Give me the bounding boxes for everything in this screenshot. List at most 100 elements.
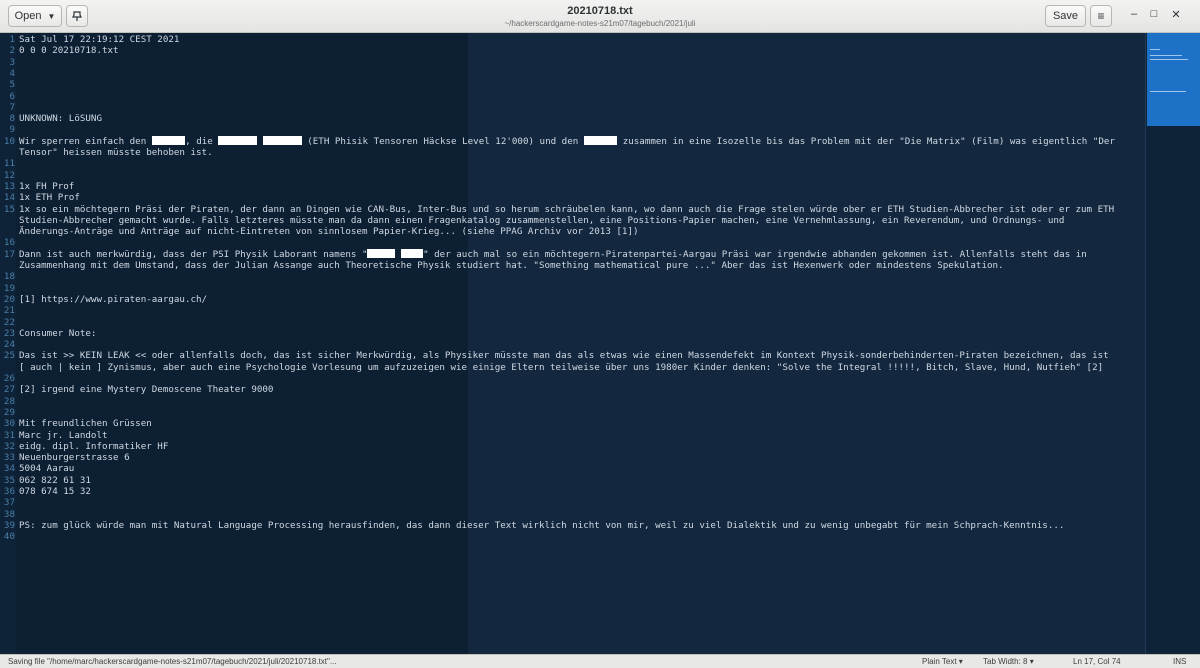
language-label: Plain Text <box>922 657 957 666</box>
line-number: 5 <box>9 79 15 91</box>
line-number: 37 <box>3 497 15 509</box>
text-segment: 062 822 61 31 <box>19 474 91 486</box>
redaction-block <box>583 135 618 145</box>
line-text: Das ist >> KEIN LEAK << oder allenfalls … <box>19 350 1109 361</box>
line-text: Consumer Note: <box>19 328 96 339</box>
text-segment: 1x so ein möchtegern Präsi der Piraten, … <box>19 203 1115 215</box>
save-button-label: Save <box>1052 10 1079 22</box>
line-text: 1x so ein möchtegern Präsi der Piraten, … <box>19 204 1114 215</box>
line-text: eidg. dipl. Informatiker HF <box>19 441 168 452</box>
line-number: 40 <box>3 531 15 543</box>
text-segment: eidg. dipl. Informatiker HF <box>19 440 169 452</box>
line-text: UNKNOWN: LöSUNG <box>19 113 102 124</box>
line-text: [ auch | kein ] Zynismus, aber auch eine… <box>19 362 1103 373</box>
line-number: 20 <box>3 293 15 305</box>
line-text: Neuenburgerstrasse 6 <box>19 452 130 463</box>
redaction-block <box>262 135 302 145</box>
open-button[interactable]: Open ▼ <box>8 5 62 27</box>
line-number: 13 <box>3 180 15 192</box>
line-number: 12 <box>3 169 15 181</box>
right-margin-shade <box>468 33 1145 654</box>
text-segment: (ETH Phisik Tensoren Häckse Level 12'000… <box>301 135 584 147</box>
line-text: Studien-Abbrecher gemacht wurde. Falls l… <box>19 215 1064 226</box>
open-button-label: Open <box>14 10 42 22</box>
line-number: 30 <box>3 418 15 430</box>
line-number: 6 <box>9 90 15 102</box>
line-number: 21 <box>3 305 15 317</box>
window-title: 20210718.txt <box>567 5 633 17</box>
text-segment: [1] https://www.piraten-aargau.ch/ <box>19 293 208 305</box>
line-text: Mit freundlichen Grüssen <box>19 418 152 429</box>
line-text: 062 822 61 31 <box>19 475 91 486</box>
text-segment: " der auch mal so ein möchtegern-Piraten… <box>423 248 1087 260</box>
text-editor[interactable]: 1 Sat Jul 17 22:19:12 CEST 2021 2 0 0 0 202… <box>0 33 1145 654</box>
line-number: 25 <box>3 350 15 362</box>
status-message: Saving file "/home/marc/hackerscardgame-… <box>8 657 337 666</box>
hamburger-menu-icon: ≡ <box>1097 9 1105 23</box>
line-number: 14 <box>3 192 15 204</box>
text-segment: Sat Jul 17 22:19:12 CEST 2021 <box>19 34 180 45</box>
redaction-block <box>367 248 396 258</box>
text-segment: Wir sperren einfach den <box>19 135 152 147</box>
line-number: 15 <box>3 203 15 215</box>
line-text: PS: zum glück würde man mit Natural Lang… <box>19 520 1064 531</box>
minimap[interactable] <box>1145 33 1200 654</box>
line-text: 5004 Aarau <box>19 463 74 474</box>
text-segment: Consumer Note: <box>19 327 97 339</box>
file-path: ~/hackerscardgame-notes-s21m07/tagebuch/… <box>504 19 696 28</box>
line-number: 17 <box>3 248 15 260</box>
line-number: 31 <box>3 429 15 441</box>
line-number: 34 <box>3 463 15 475</box>
redaction-block <box>218 135 258 145</box>
line-number: 9 <box>9 124 15 136</box>
text-segment: 1x ETH Prof <box>19 192 80 204</box>
line-text: Marc jr. Landolt <box>19 430 108 441</box>
text-segment: Mit freundlichen Grüssen <box>19 418 152 430</box>
line-text: Dann ist auch merkwürdig, dass der PSI P… <box>19 248 1087 260</box>
close-button[interactable]: ✕ <box>1169 8 1183 21</box>
line-number: 35 <box>3 474 15 486</box>
minimap-viewport[interactable] <box>1147 33 1200 126</box>
minimap-text-mark <box>1150 59 1188 60</box>
line-text: Sat Jul 17 22:19:12 CEST 2021 <box>19 34 179 45</box>
line-number: 32 <box>3 440 15 452</box>
text-segment: 5004 Aarau <box>19 463 75 475</box>
chevron-down-icon: ▼ <box>47 11 56 21</box>
line-number: 3 <box>9 56 15 68</box>
line-number: 2 <box>9 45 15 57</box>
line-text: [1] https://www.piraten-aargau.ch/ <box>19 294 207 305</box>
line-text: 1x FH Prof <box>19 181 74 192</box>
text-segment: zusammen in eine Isozelle bis das Proble… <box>617 135 1115 147</box>
line-number: 27 <box>3 384 15 396</box>
line-text: Wir sperren einfach den , die (ETH Phisi… <box>19 135 1115 147</box>
new-document-button[interactable] <box>66 5 88 27</box>
minimize-button[interactable]: – <box>1127 8 1141 20</box>
line-number: 36 <box>3 486 15 497</box>
redaction-block <box>151 135 186 145</box>
text-segment: [ auch | kein ] Zynismus, aber auch eine… <box>19 361 1104 373</box>
cursor-position: Ln 17, Col 74 <box>1073 657 1121 666</box>
line-number: 16 <box>3 237 15 249</box>
tab-width-selector[interactable]: Tab Width: 8 ▾ <box>983 657 1034 667</box>
insert-mode: INS <box>1173 657 1187 666</box>
line-text: Änderungs-Anträge und Anträge auf nicht-… <box>19 226 639 237</box>
text-segment: Dann ist auch merkwürdig, dass der PSI P… <box>19 248 368 260</box>
save-button[interactable]: Save <box>1045 5 1086 27</box>
text-segment: , die <box>185 135 219 147</box>
text-segment: UNKNOWN: LöSUNG <box>19 113 102 125</box>
line-number: 1 <box>9 34 15 45</box>
line-text: 0 0 0 20210718.txt <box>19 45 119 56</box>
line-number: 11 <box>3 158 15 170</box>
text-segment: 078 674 15 32 <box>19 486 91 497</box>
menu-button[interactable]: ≡ <box>1090 5 1112 27</box>
text-segment: Studien-Abbrecher gemacht wurde. Falls l… <box>19 214 1065 226</box>
maximize-button[interactable]: □ <box>1147 8 1161 20</box>
text-segment: 1x FH Prof <box>19 180 75 192</box>
document-pin-icon <box>72 11 82 21</box>
line-number: 22 <box>3 316 15 328</box>
text-segment: Tensor" heissen müsste behoben ist. <box>19 147 213 158</box>
language-selector[interactable]: Plain Text ▾ <box>922 657 963 667</box>
text-segment: 0 0 0 20210718.txt <box>19 45 119 57</box>
text-segment: PS: zum glück würde man mit Natural Lang… <box>19 519 1065 531</box>
line-number: 28 <box>3 395 15 407</box>
